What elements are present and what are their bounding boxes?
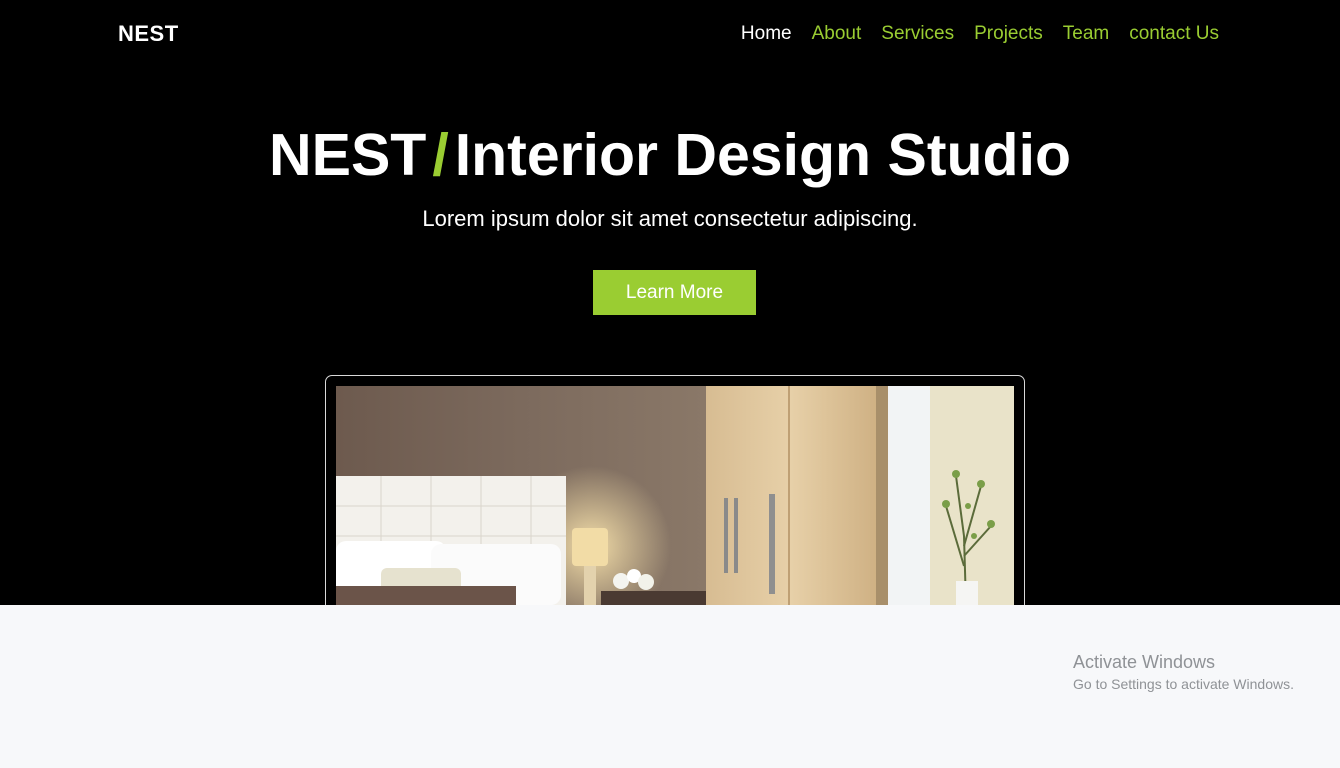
nav-item-projects[interactable]: Projects: [974, 23, 1043, 45]
nav-item-services[interactable]: Services: [881, 23, 954, 45]
main-nav: Home About Services Projects Team contac…: [721, 23, 1219, 45]
learn-more-button[interactable]: Learn More: [593, 270, 756, 315]
activate-windows-subtitle: Go to Settings to activate Windows.: [1073, 676, 1294, 692]
hero-title-slash: /: [432, 122, 449, 188]
hero-title: NEST / Interior Design Studio: [0, 120, 1340, 190]
hero-title-brand: NEST: [268, 122, 427, 188]
nav-item-home[interactable]: Home: [741, 23, 792, 45]
hero-section: NEST Home About Services Projects Team c…: [0, 0, 1340, 605]
hero-title-rest: Interior Design Studio: [454, 122, 1071, 188]
activate-windows-title: Activate Windows: [1073, 652, 1216, 672]
bedroom-photo: [336, 386, 1014, 605]
nav-item-contact[interactable]: contact Us: [1129, 23, 1219, 45]
nav-item-team[interactable]: Team: [1063, 23, 1109, 45]
nav-item-about[interactable]: About: [812, 23, 862, 45]
hero-subtitle: Lorem ipsum dolor sit amet consectetur a…: [422, 206, 918, 231]
activate-windows-watermark: Activate Windows Go to Settings to activ…: [1073, 651, 1294, 694]
brand-logo[interactable]: NEST: [118, 21, 179, 47]
